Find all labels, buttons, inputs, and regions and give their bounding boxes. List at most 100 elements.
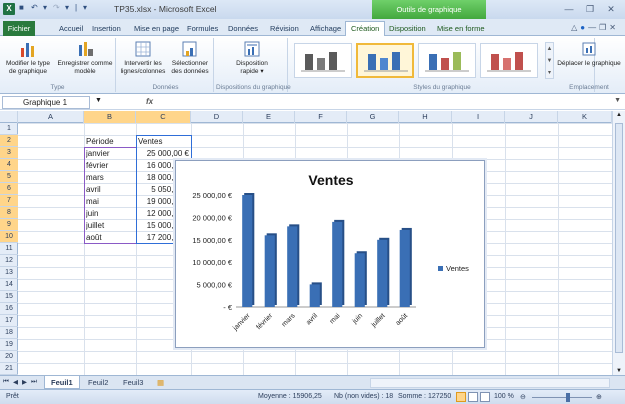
zoom-out-icon[interactable]: ⊖ <box>520 393 526 401</box>
tab-fichier[interactable]: Fichier <box>3 21 35 36</box>
select-data-button[interactable]: Sélectionner des données <box>166 38 214 76</box>
row-header[interactable]: 8 <box>0 207 18 219</box>
column-header-c[interactable]: C <box>136 111 191 123</box>
y-tick-label: 15 000,00 € <box>192 236 232 245</box>
expand-formula-bar-icon[interactable]: ▼ <box>614 97 621 104</box>
tab-affichage[interactable]: Affichage <box>310 21 341 36</box>
insert-sheet-icon[interactable]: ▦ <box>151 376 170 389</box>
column-header-e[interactable]: E <box>243 111 295 123</box>
sheet-tab[interactable]: Feuil2 <box>82 376 114 389</box>
row-header[interactable]: 1 <box>0 123 18 135</box>
page-layout-view-icon[interactable] <box>468 392 478 402</box>
help-icon[interactable]: ● <box>580 23 588 32</box>
row-header[interactable]: 14 <box>0 279 18 291</box>
y-tick-label: - € <box>223 303 233 312</box>
vertical-scroll-thumb[interactable] <box>615 123 623 353</box>
column-header-h[interactable]: H <box>399 111 452 123</box>
scroll-up-icon[interactable]: ▲ <box>616 112 622 118</box>
sheet-tab[interactable]: Feuil3 <box>117 376 149 389</box>
tab-formules[interactable]: Formules <box>187 21 218 36</box>
column-header-b[interactable]: B <box>84 111 136 123</box>
row-header[interactable]: 7 <box>0 195 18 207</box>
column-header-f[interactable]: F <box>295 111 347 123</box>
chart-style-thumb[interactable] <box>480 43 538 78</box>
save-as-template-button[interactable]: Enregistrer comme modèle <box>56 38 114 76</box>
tab-creation[interactable]: Création <box>345 21 386 36</box>
column-header-g[interactable]: G <box>347 111 399 123</box>
undo-dropdown-icon[interactable]: ▾ <box>43 3 47 12</box>
row-header[interactable]: 4 <box>0 159 18 171</box>
tab-accueil[interactable]: Accueil <box>59 21 83 36</box>
row-header[interactable]: 20 <box>0 351 18 363</box>
column-header-k[interactable]: K <box>558 111 612 123</box>
row-header[interactable]: 19 <box>0 339 18 351</box>
tab-mise-en-forme[interactable]: Mise en forme <box>437 21 485 36</box>
zoom-slider-thumb[interactable] <box>566 393 570 402</box>
switch-row-column-button[interactable]: Intervertir les lignes/colonnes <box>118 38 168 76</box>
row-header[interactable]: 12 <box>0 255 18 267</box>
redo-icon[interactable]: ↷ <box>53 3 60 12</box>
page-break-view-icon[interactable] <box>480 392 490 402</box>
row-header[interactable]: 18 <box>0 327 18 339</box>
x-tick-label: juillet <box>370 312 387 329</box>
zoom-level[interactable]: 100 % <box>494 393 514 400</box>
row-header[interactable]: 16 <box>0 303 18 315</box>
name-box[interactable]: Graphique 1 <box>2 96 90 109</box>
redo-dropdown-icon[interactable]: ▾ <box>65 3 69 12</box>
prev-sheet-icon[interactable]: ◀ <box>13 378 18 386</box>
row-header[interactable]: 6 <box>0 183 18 195</box>
row-header[interactable]: 10 <box>0 231 18 243</box>
column-header-j[interactable]: J <box>505 111 558 123</box>
move-chart-button[interactable]: Déplacer le graphique <box>553 38 625 68</box>
save-icon[interactable]: ■ <box>19 3 24 12</box>
doc-minimize-icon[interactable]: — <box>588 23 599 32</box>
row-header[interactable]: 5 <box>0 171 18 183</box>
tab-revision[interactable]: Révision <box>270 21 299 36</box>
zoom-in-icon[interactable]: ⊕ <box>596 393 602 401</box>
row-header[interactable]: 11 <box>0 243 18 255</box>
change-chart-type-button[interactable]: Modifier le type de graphique <box>2 38 54 76</box>
chart-style-thumb[interactable] <box>418 43 476 78</box>
row-header[interactable]: 13 <box>0 267 18 279</box>
excel-app-icon[interactable]: X <box>3 3 15 15</box>
doc-restore-icon[interactable]: ❐ <box>599 23 609 32</box>
quick-layout-button[interactable]: Disposition rapide ▾ <box>228 38 276 76</box>
tab-disposition[interactable]: Disposition <box>389 21 426 36</box>
doc-close-icon[interactable]: ✕ <box>609 23 619 32</box>
tab-insertion[interactable]: Insertion <box>92 21 121 36</box>
insert-function-icon[interactable]: fx <box>146 97 153 106</box>
last-sheet-icon[interactable]: ⏭ <box>31 378 37 386</box>
formula-bar: Graphique 1 ▼ fx ▼ <box>0 95 625 110</box>
tab-donnees[interactable]: Données <box>228 21 258 36</box>
sheet-tab[interactable]: Feuil1 <box>44 376 80 389</box>
category-range-highlight <box>84 147 137 244</box>
row-header[interactable]: 15 <box>0 291 18 303</box>
zoom-slider[interactable] <box>532 397 592 398</box>
row-header[interactable]: 3 <box>0 147 18 159</box>
normal-view-icon[interactable] <box>456 392 466 402</box>
row-header[interactable]: 2 <box>0 135 18 147</box>
column-header-d[interactable]: D <box>191 111 243 123</box>
name-box-dropdown-icon[interactable]: ▼ <box>95 97 102 104</box>
undo-icon[interactable]: ↶ <box>31 3 38 12</box>
select-all-corner[interactable] <box>0 111 18 123</box>
close-icon[interactable]: ✕ <box>604 4 618 15</box>
column-header-i[interactable]: I <box>452 111 505 123</box>
row-header[interactable]: 9 <box>0 219 18 231</box>
row-header[interactable]: 21 <box>0 363 18 375</box>
scroll-down-icon[interactable]: ▼ <box>616 368 622 374</box>
chart-object[interactable]: Ventes - € 5 000,00 € 10 000,00 € 15 000,00 … <box>175 160 485 348</box>
chart-style-thumb[interactable] <box>356 43 414 78</box>
minimize-icon[interactable]: — <box>562 4 576 15</box>
tab-mise-en-page[interactable]: Mise en page <box>134 21 179 36</box>
next-sheet-icon[interactable]: ▶ <box>22 378 27 386</box>
row-header[interactable]: 17 <box>0 315 18 327</box>
vertical-scrollbar[interactable]: ▲ ▼ <box>612 111 625 375</box>
customize-quick-access-icon[interactable]: ▾ <box>83 3 87 12</box>
chart-style-thumb[interactable] <box>294 43 352 78</box>
horizontal-scrollbar[interactable] <box>370 378 610 388</box>
restore-icon[interactable]: ❐ <box>583 4 597 15</box>
first-sheet-icon[interactable]: ⏮ <box>3 378 9 386</box>
minimize-ribbon-icon[interactable]: △ <box>571 23 580 32</box>
column-header-a[interactable]: A <box>18 111 84 123</box>
